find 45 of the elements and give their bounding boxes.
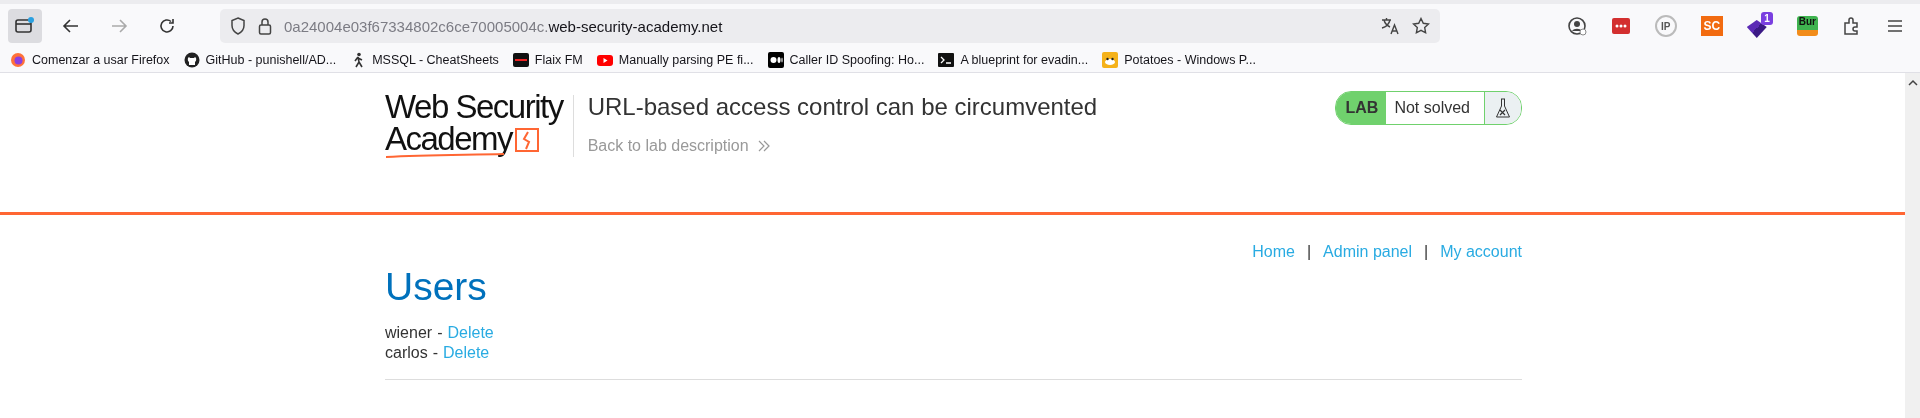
lock-icon (258, 17, 272, 35)
star-icon[interactable] (1412, 17, 1430, 35)
address-bar[interactable]: 0a24004e03f67334802c6ce70005004c.web-security-academy.net (220, 9, 1440, 43)
nav-separator: | (1424, 243, 1429, 261)
account-icon[interactable] (1566, 16, 1587, 36)
username: carlos (385, 343, 428, 363)
site-icon (512, 52, 529, 68)
reload-icon[interactable] (158, 17, 176, 35)
site-icon (10, 52, 26, 68)
scrollbar[interactable] (1905, 73, 1920, 418)
site-icon (1102, 52, 1119, 68)
bookmark-item[interactable]: Comenzar a usar Firefox (10, 52, 170, 68)
logo-text: Academy (385, 123, 513, 155)
password-manager-icon[interactable] (1610, 16, 1631, 36)
url-text: 0a24004e03f67334802c6ce70005004c.web-security-academy.net (284, 17, 723, 35)
ip-extension-button[interactable]: IP (1654, 15, 1677, 37)
shield-icon (230, 17, 246, 35)
back-icon[interactable] (62, 18, 80, 34)
scroll-up-icon[interactable] (1907, 79, 1918, 87)
lab-title: URL-based access control can be circumvented (587, 93, 1099, 121)
tab-icon (15, 17, 35, 35)
burp-extension-button[interactable]: Bur (1796, 16, 1818, 36)
bookmark-item[interactable]: Caller ID Spoofing: Ho... (767, 52, 925, 68)
bookmark-item[interactable]: A blueprint for evadin... (938, 52, 1089, 68)
site-icon (767, 52, 784, 68)
separator: - (432, 343, 438, 363)
page-heading: Users (385, 265, 488, 309)
bookmark-item[interactable]: MSSQL - CheatSheets (350, 52, 499, 68)
logo-icon (514, 127, 541, 155)
terminal-icon (938, 52, 955, 68)
lab-label: LAB (1335, 92, 1387, 124)
logo-text: Web Security (385, 91, 563, 123)
bookmark-item[interactable]: Flaix FM (512, 52, 583, 68)
bookmark-item[interactable]: Potatoes - Windows P... (1102, 52, 1256, 68)
double-chevron-icon (756, 140, 771, 152)
separator: - (437, 323, 443, 343)
menu-icon[interactable] (1886, 18, 1904, 34)
bookmark-item[interactable]: Manually parsing PE fi... (596, 52, 754, 68)
play-icon (596, 52, 613, 68)
translate-icon[interactable] (1380, 17, 1400, 35)
username: wiener (385, 323, 433, 343)
tab-overview-button[interactable] (8, 9, 42, 43)
flask-icon (1495, 97, 1511, 119)
nav-separator: | (1306, 243, 1312, 261)
bookmark-item[interactable]: GitHub - punishell/AD... (183, 52, 337, 68)
